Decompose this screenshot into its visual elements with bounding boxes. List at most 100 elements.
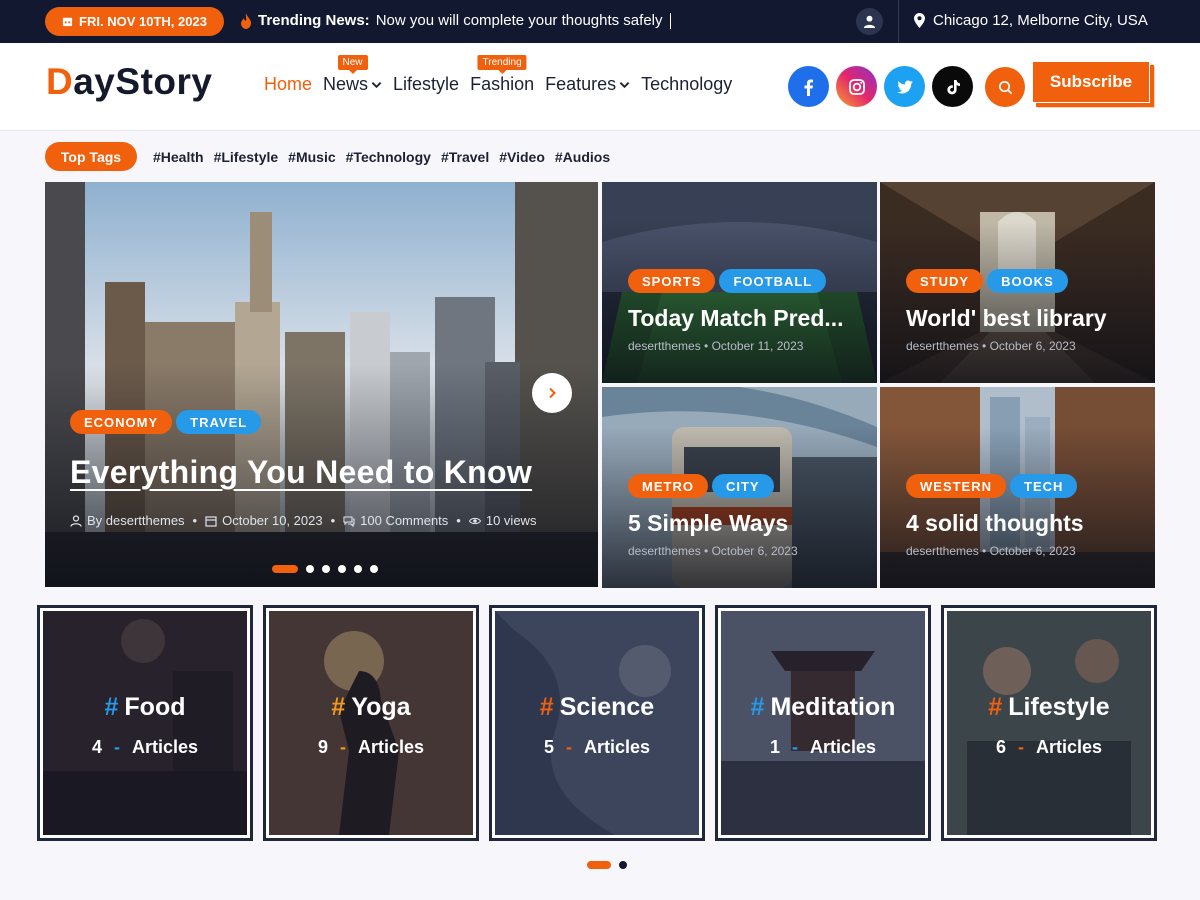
category-chip[interactable]: METRO	[628, 474, 708, 498]
card-author[interactable]: desertthemes	[628, 339, 701, 353]
hero-comments[interactable]: 100 Comments	[360, 513, 448, 528]
slide-dot[interactable]	[354, 565, 362, 573]
nav-news-label: News	[323, 74, 369, 94]
twitter-icon	[896, 80, 913, 93]
nav-features-label: Features	[545, 74, 617, 94]
facebook-button[interactable]	[788, 66, 829, 107]
post-card[interactable]: METRO CITY 5 Simple Ways desertthemes • …	[602, 387, 877, 588]
tile-overlay	[947, 611, 1151, 835]
slide-dot[interactable]	[338, 565, 346, 573]
card-title[interactable]: Today Match Pred...	[628, 305, 844, 332]
card-categories: STUDY BOOKS	[906, 269, 1068, 293]
nav-features[interactable]: Features	[545, 74, 630, 95]
category-tile-science[interactable]: # Science 5- Articles	[489, 605, 705, 841]
nav-news[interactable]: New News	[323, 55, 382, 95]
nav-fashion-label: Fashion	[470, 74, 535, 94]
articles-label: Articles	[1035, 737, 1103, 757]
slide-dot[interactable]	[306, 565, 314, 573]
tag-link[interactable]: #Technology	[346, 149, 431, 165]
tag-link[interactable]: #Health	[153, 149, 204, 165]
hero-author[interactable]: By desertthemes	[87, 513, 185, 528]
map-pin-icon	[914, 13, 925, 28]
hero-title[interactable]: Everything You Need to Know	[70, 454, 532, 491]
tiktok-button[interactable]	[932, 66, 973, 107]
trending-headline[interactable]: Now you will complete your thoughts safe…	[376, 12, 663, 29]
facebook-icon	[804, 79, 813, 96]
hero-slider[interactable]: ECONOMY TRAVEL Everything You Need to Kn…	[45, 182, 598, 587]
post-card[interactable]: WESTERN TECH 4 solid thoughts desertthem…	[880, 387, 1155, 588]
tag-link[interactable]: #Travel	[441, 149, 489, 165]
category-tile-food[interactable]: # Food 4- Articles	[37, 605, 253, 841]
category-label: Lifestyle	[1008, 693, 1110, 721]
trending-news[interactable]: Trending News: Now you will complete you…	[240, 12, 671, 29]
location: Chicago 12, Melborne City, USA	[914, 12, 1148, 29]
category-pagination	[587, 861, 627, 869]
category-chip[interactable]: TRAVEL	[176, 410, 262, 434]
category-label: Yoga	[351, 693, 411, 721]
category-chip[interactable]: BOOKS	[987, 269, 1068, 293]
tag-link[interactable]: #Music	[288, 149, 335, 165]
nav-technology[interactable]: Technology	[641, 74, 732, 95]
tile-overlay	[43, 611, 247, 835]
page-dot-active[interactable]	[587, 861, 611, 869]
subscribe-button[interactable]: Subscribe	[1032, 61, 1150, 103]
card-title[interactable]: World' best library	[906, 305, 1107, 332]
nav-home[interactable]: Home	[264, 74, 312, 95]
slide-dot-active[interactable]	[272, 565, 298, 573]
nav-fashion[interactable]: Trending Fashion	[470, 55, 535, 95]
category-tile-yoga[interactable]: # Yoga 9- Articles	[263, 605, 479, 841]
category-chip[interactable]: FOOTBALL	[719, 269, 827, 293]
top-tags: Top Tags #Health #Lifestyle #Music #Tech…	[45, 142, 620, 171]
category-chip[interactable]: STUDY	[906, 269, 984, 293]
post-card[interactable]: STUDY BOOKS World' best library desertth…	[880, 182, 1155, 383]
category-chip[interactable]: WESTERN	[906, 474, 1006, 498]
instagram-icon	[848, 78, 865, 95]
card-author[interactable]: desertthemes	[906, 339, 979, 353]
user-account-button[interactable]	[856, 8, 883, 35]
user-icon	[70, 514, 82, 527]
nav-lifestyle[interactable]: Lifestyle	[393, 74, 459, 95]
category-tile-lifestyle[interactable]: # Lifestyle 6- Articles	[941, 605, 1157, 841]
post-card[interactable]: SPORTS FOOTBALL Today Match Pred... dese…	[602, 182, 877, 383]
category-chip[interactable]: TECH	[1010, 474, 1078, 498]
category-chip[interactable]: SPORTS	[628, 269, 716, 293]
slide-dot[interactable]	[370, 565, 378, 573]
card-title[interactable]: 5 Simple Ways	[628, 510, 788, 537]
hero-pagination	[272, 565, 378, 573]
search-button[interactable]	[985, 67, 1025, 107]
card-title[interactable]: 4 solid thoughts	[906, 510, 1084, 537]
location-text: Chicago 12, Melborne City, USA	[933, 12, 1148, 29]
category-name: # Science	[495, 693, 699, 722]
twitter-button[interactable]	[884, 66, 925, 107]
card-author[interactable]: desertthemes	[906, 544, 979, 558]
card-meta: desertthemes • October 11, 2023	[628, 339, 804, 353]
category-name: # Food	[43, 693, 247, 722]
next-slide-button[interactable]	[532, 373, 572, 413]
nav-technology-label: Technology	[641, 74, 733, 94]
category-chip[interactable]: ECONOMY	[70, 410, 173, 434]
meta-separator: •	[456, 513, 461, 528]
tile-overlay	[269, 611, 473, 835]
instagram-button[interactable]	[836, 66, 877, 107]
page-dot[interactable]	[619, 861, 627, 869]
site-logo[interactable]: DayStory	[46, 61, 212, 103]
tag-link[interactable]: #Video	[499, 149, 545, 165]
hash-symbol: #	[988, 693, 1003, 721]
category-count: 9- Articles	[269, 737, 473, 758]
card-meta: desertthemes • October 6, 2023	[906, 339, 1076, 353]
articles-label: Articles	[583, 737, 651, 757]
logo-initial: D	[46, 61, 74, 102]
tag-link[interactable]: #Audios	[555, 149, 610, 165]
category-tile-meditation[interactable]: # Meditation 1- Articles	[715, 605, 931, 841]
card-meta: desertthemes • October 6, 2023	[906, 544, 1076, 558]
main-nav: Home New News Lifestyle Trending Fashion…	[264, 55, 743, 95]
category-label: Food	[124, 693, 186, 721]
category-name: # Meditation	[721, 693, 925, 722]
eye-icon	[468, 517, 481, 524]
card-author[interactable]: desertthemes	[628, 544, 701, 558]
hero-categories: ECONOMY TRAVEL	[70, 410, 262, 434]
category-chip[interactable]: CITY	[711, 474, 774, 498]
slide-dot[interactable]	[322, 565, 330, 573]
tag-link[interactable]: #Lifestyle	[214, 149, 279, 165]
meta-separator: •	[330, 513, 336, 528]
